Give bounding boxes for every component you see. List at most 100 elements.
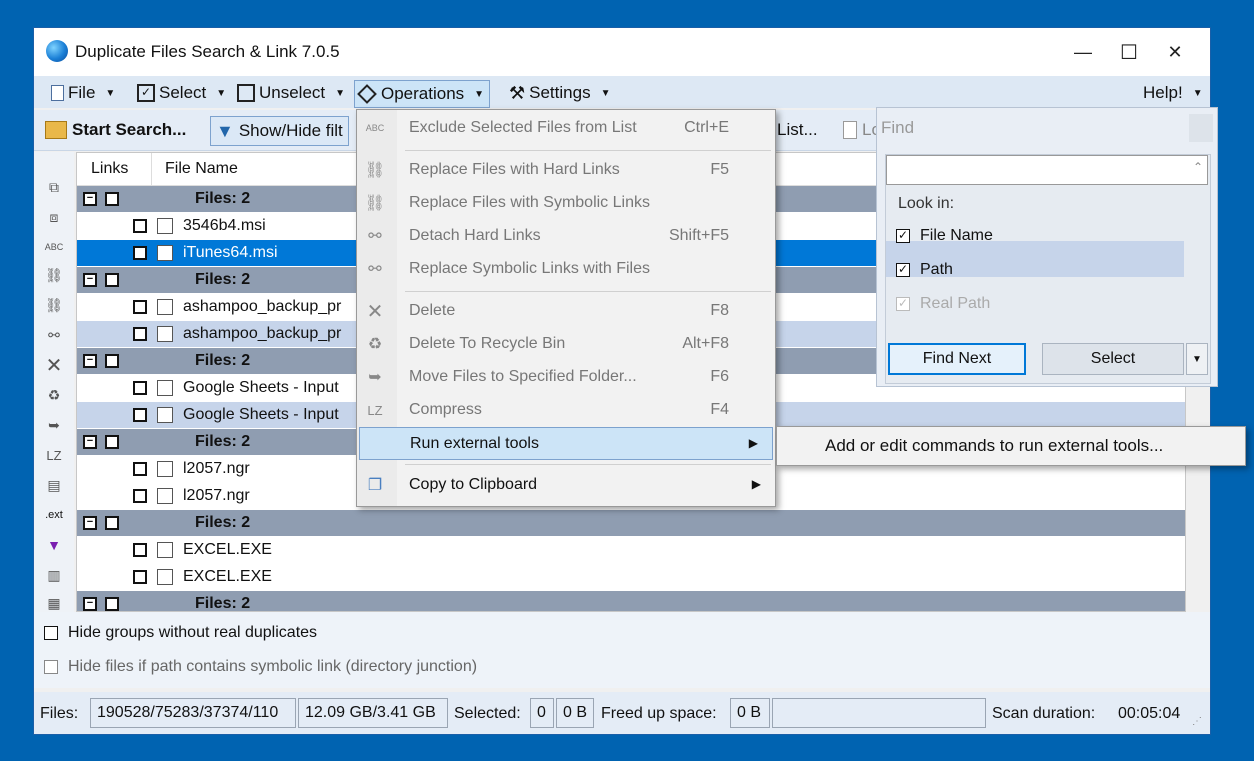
file-checkbox[interactable] — [133, 570, 147, 584]
menu-item-shortcut: F6 — [710, 368, 729, 385]
column-icon[interactable]: ▤ — [42, 474, 66, 496]
menu-item-label: Move Files to Specified Folder... — [409, 368, 637, 385]
file-name-checkbox[interactable]: ✓ — [896, 229, 910, 243]
menu-select[interactable]: ✓ Select ▼ — [132, 80, 231, 106]
hard-link-icon[interactable]: ⛓ — [42, 264, 66, 286]
delete-icon[interactable]: ✕ — [42, 354, 66, 377]
file-checkbox[interactable] — [133, 489, 147, 503]
menu-item-symbolic-links[interactable]: ⛓ Replace Files with Symbolic Links — [357, 187, 775, 220]
menu-unselect[interactable]: Unselect ▼ — [232, 80, 350, 106]
real-path-option[interactable]: ✓ Real Path — [896, 295, 990, 313]
bottom-tool-icon[interactable]: ▦ — [42, 592, 66, 614]
menu-item-replace-symlinks[interactable]: ⚯ Replace Symbolic Links with Files — [357, 253, 775, 286]
group-checkbox[interactable] — [105, 597, 119, 611]
menu-operations[interactable]: Operations ▼ — [354, 80, 491, 108]
header-file-name[interactable]: File Name — [165, 160, 238, 178]
menu-item-shortcut: F5 — [710, 161, 729, 178]
menu-item-label: Run external tools — [410, 435, 539, 452]
application-icon — [157, 542, 173, 558]
hide-symlink-checkbox[interactable] — [44, 660, 58, 674]
menu-item-exclude[interactable]: ABC Exclude Selected Files from List Ctr… — [357, 112, 775, 145]
real-path-checkbox[interactable]: ✓ — [896, 297, 910, 311]
menu-item-move-files[interactable]: ➥ Move Files to Specified Folder... F6 — [357, 361, 775, 394]
start-search-button[interactable]: Start Search... — [40, 116, 191, 144]
find-panel-close[interactable] — [1189, 114, 1213, 142]
menu-item-delete[interactable]: ✕ Delete F8 — [357, 295, 775, 328]
collapse-toggle[interactable]: − — [83, 516, 97, 530]
group-checkbox[interactable] — [105, 435, 119, 449]
collapse-toggle[interactable]: − — [83, 354, 97, 368]
submenu-item-add-edit-commands[interactable]: Add or edit commands to run external too… — [825, 436, 1163, 456]
file-checkbox[interactable] — [133, 246, 147, 260]
maximize-button[interactable]: ☐ — [1106, 28, 1152, 76]
collapse-toggle[interactable]: − — [83, 192, 97, 206]
menu-settings[interactable]: ⚒ Settings ▼ — [504, 80, 615, 106]
menu-help[interactable]: Help! ▼ — [1138, 80, 1208, 106]
find-next-button[interactable]: Find Next — [888, 343, 1026, 375]
hard-link-icon: ⛓ — [364, 162, 386, 179]
file-name-option[interactable]: ✓ File Name — [896, 227, 993, 245]
hide-groups-option[interactable]: Hide groups without real duplicates — [44, 624, 317, 642]
menu-item-hard-links[interactable]: ⛓ Replace Files with Hard Links F5 — [357, 154, 775, 187]
file-checkbox[interactable] — [133, 327, 147, 341]
compress-icon: LZ — [367, 402, 383, 418]
file-checkbox[interactable] — [133, 381, 147, 395]
group-checkbox[interactable] — [105, 516, 119, 530]
collapse-toggle[interactable]: − — [83, 273, 97, 287]
group-row[interactable]: − Files: 2 — [77, 510, 1185, 536]
file-row[interactable]: EXCEL.EXE — [77, 537, 1185, 563]
file-row[interactable]: EXCEL.EXE — [77, 564, 1185, 590]
installer-icon — [157, 245, 173, 261]
close-button[interactable]: ✕ — [1152, 28, 1198, 76]
show-hide-filter-button[interactable]: ▼ Show/Hide filt — [210, 116, 349, 146]
recycle-bin-icon[interactable]: ♻ — [42, 384, 66, 406]
menu-item-copy-clipboard[interactable]: ❐ Copy to Clipboard ▶ — [357, 469, 775, 502]
select-group-icon[interactable]: ⧉ — [42, 176, 66, 198]
symbolic-link-icon[interactable]: ⛓ — [42, 294, 66, 316]
exclude-icon[interactable]: ABC — [42, 236, 66, 258]
select-icon: ✓ — [137, 84, 155, 102]
menu-file-label: File — [68, 83, 96, 102]
hide-groups-checkbox[interactable] — [44, 626, 58, 640]
dropdown-arrow-icon: ▼ — [105, 87, 116, 99]
compress-icon[interactable]: LZ — [42, 444, 66, 466]
group-checkbox[interactable] — [105, 273, 119, 287]
extension-icon[interactable]: .ext — [42, 504, 66, 526]
list-button[interactable]: List... — [772, 116, 823, 144]
move-files-icon[interactable]: ➥ — [42, 414, 66, 436]
path-checkbox[interactable]: ✓ — [896, 263, 910, 277]
minimize-button[interactable]: — — [1060, 28, 1106, 76]
resize-grip-icon[interactable]: ⋰ — [1192, 716, 1202, 727]
file-checkbox[interactable] — [133, 219, 147, 233]
path-option[interactable]: ✓ Path — [896, 261, 953, 279]
file-name: ashampoo_backup_pr — [183, 325, 342, 342]
detach-link-icon[interactable]: ⚯ — [42, 324, 66, 346]
hide-symlink-option[interactable]: Hide files if path contains symbolic lin… — [44, 658, 477, 676]
unselect-group-icon[interactable]: ⧈ — [42, 206, 66, 228]
file-checkbox[interactable] — [133, 408, 147, 422]
menu-item-recycle-bin[interactable]: ♻ Delete To Recycle Bin Alt+F8 — [357, 328, 775, 361]
file-checkbox[interactable] — [133, 543, 147, 557]
group-checkbox[interactable] — [105, 354, 119, 368]
show-hide-filter-label: Show/Hide filt — [238, 121, 343, 140]
collapse-toggle[interactable]: − — [83, 597, 97, 611]
group-row[interactable]: − Files: 2 — [77, 591, 1185, 611]
header-links[interactable]: Links — [91, 160, 128, 178]
hide-groups-label: Hide groups without real duplicates — [68, 624, 318, 641]
file-checkbox[interactable] — [133, 462, 147, 476]
menu-file[interactable]: File ▼ — [46, 80, 120, 106]
menu-item-compress[interactable]: LZ Compress F4 — [357, 394, 775, 427]
split-icon[interactable]: ▥ — [42, 564, 66, 586]
menu-item-run-external-tools[interactable]: Run external tools ▶ — [359, 427, 773, 460]
filter-purple-icon[interactable]: ▼ — [42, 534, 66, 556]
find-select-button[interactable]: Select — [1042, 343, 1184, 375]
menu-item-detach-hard-links[interactable]: ⚯ Detach Hard Links Shift+F5 — [357, 220, 775, 253]
find-select-dropdown[interactable]: ▼ — [1186, 343, 1208, 375]
group-checkbox[interactable] — [105, 192, 119, 206]
menu-settings-label: Settings — [529, 83, 591, 102]
find-search-input[interactable]: ⌃ — [886, 155, 1208, 185]
file-checkbox[interactable] — [133, 300, 147, 314]
filter-icon: ▼ — [216, 120, 234, 141]
collapse-toggle[interactable]: − — [83, 435, 97, 449]
chevron-up-icon[interactable]: ⌃ — [1193, 160, 1203, 174]
